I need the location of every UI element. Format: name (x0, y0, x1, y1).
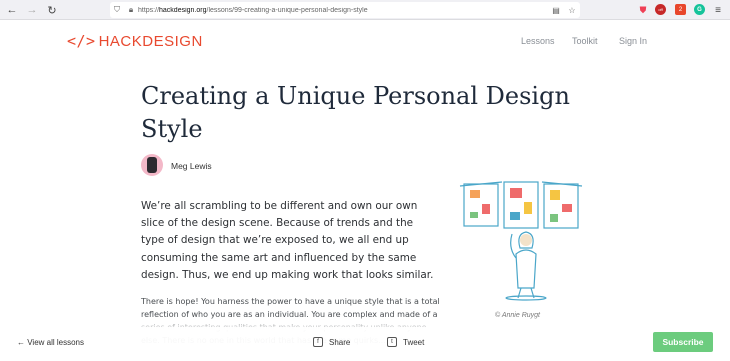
code-brackets-icon: </> (67, 32, 96, 50)
browser-toolbar: ← → ↻ ⛉ 🔒︎ https://hackdesign.org/lesson… (0, 0, 730, 20)
tweet-button[interactable]: t Tweet (387, 337, 424, 347)
shield-icon[interactable]: ⛉ (110, 5, 124, 15)
reader-view-icon[interactable]: ▤ (548, 6, 564, 15)
nav-toolkit[interactable]: Toolkit (572, 36, 598, 46)
logo-text-design: DESIGN (142, 32, 203, 50)
bookmark-star-icon[interactable]: ☆ (564, 6, 580, 15)
page-title: Creating a Unique Personal Design Style (141, 82, 570, 143)
author-avatar (141, 154, 163, 176)
reload-icon[interactable]: ↻ (42, 0, 62, 20)
tweet-label: Tweet (403, 337, 425, 347)
pocket-icon[interactable]: ⛊ (637, 4, 649, 16)
author-name[interactable]: Meg Lewis (171, 161, 212, 171)
honey-extension-icon[interactable]: 2 (675, 4, 686, 15)
logo-text-hack: HACK (98, 32, 143, 50)
lead-paragraph: We’re all scrambling to be different and… (141, 200, 434, 281)
lock-icon[interactable]: 🔒︎ (124, 5, 138, 15)
share-button[interactable]: f Share (313, 337, 350, 347)
forward-arrow-icon[interactable]: → (22, 0, 42, 20)
grammarly-extension-icon[interactable]: G (694, 4, 705, 15)
back-arrow-icon[interactable]: ← (2, 0, 22, 20)
bottom-action-bar (0, 327, 730, 361)
subscribe-button[interactable]: Subscribe (653, 332, 713, 352)
ublock-extension-icon[interactable]: off (655, 4, 666, 15)
share-icon: f (313, 337, 323, 347)
twitter-icon: t (387, 337, 397, 347)
address-bar[interactable]: ⛉ 🔒︎ https://hackdesign.org/lessons/99-c… (110, 2, 580, 18)
hamburger-menu-icon[interactable]: ≡ (712, 4, 724, 16)
site-logo[interactable]: </> HACK DESIGN (67, 32, 203, 50)
view-all-lessons-link[interactable]: ← View all lessons (17, 338, 84, 347)
lesson-illustration (459, 181, 583, 301)
nav-sign-in[interactable]: Sign In (619, 36, 647, 46)
nav-lessons[interactable]: Lessons (521, 36, 555, 46)
url-text[interactable]: https://hackdesign.org/lessons/99-creati… (138, 7, 548, 14)
share-label: Share (329, 337, 351, 347)
